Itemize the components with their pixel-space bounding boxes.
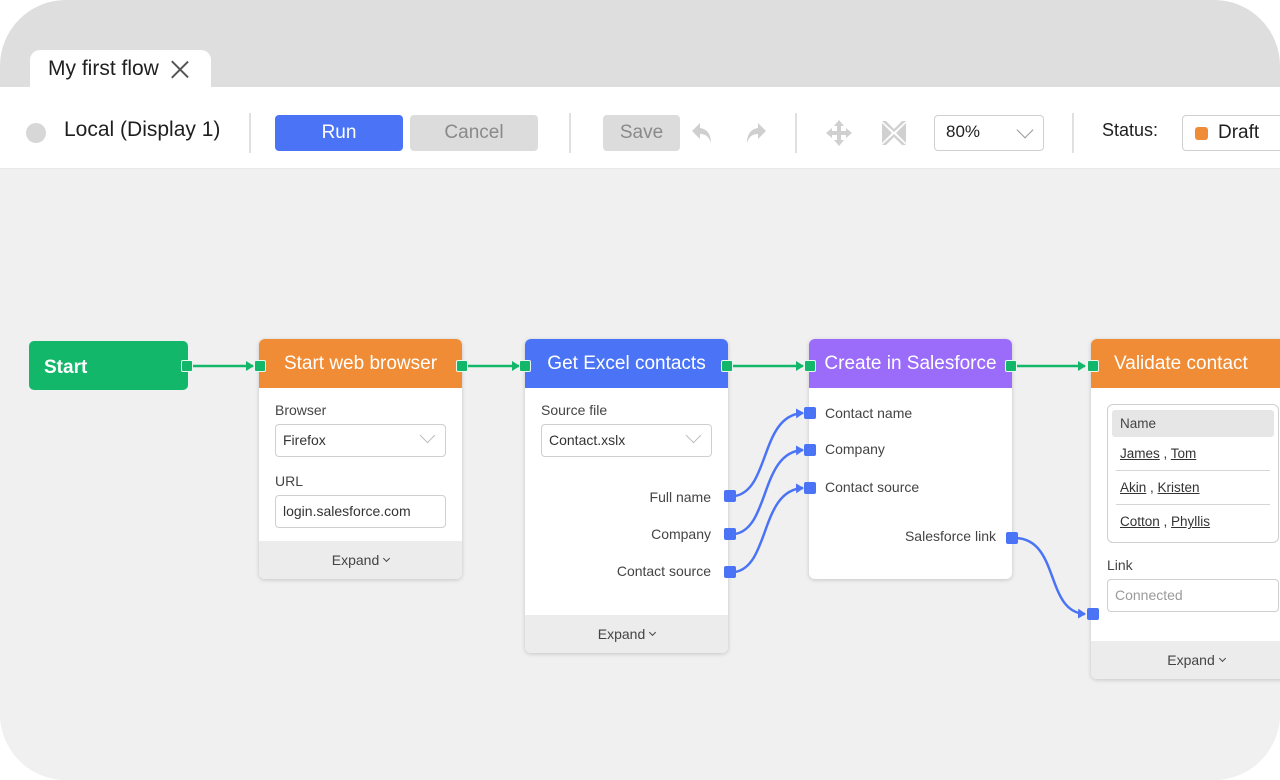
expand-button[interactable]: Expand bbox=[1091, 641, 1280, 679]
app-window: My first flow Local (Display 1) Run Canc… bbox=[0, 0, 1280, 780]
first-name-link[interactable]: Kristen bbox=[1158, 480, 1200, 495]
input-label-contact-name: Contact name bbox=[825, 405, 913, 421]
table-row: James , Tom bbox=[1116, 437, 1270, 471]
company-output-port[interactable] bbox=[724, 528, 736, 540]
start-node-label: Start bbox=[44, 357, 88, 378]
node-title: Get Excel contacts bbox=[547, 352, 706, 374]
table-row: Cotton , Phyllis bbox=[1120, 514, 1211, 529]
contact-source-input-port[interactable] bbox=[804, 482, 816, 494]
undo-icon bbox=[692, 123, 711, 143]
pan-button[interactable] bbox=[823, 117, 855, 149]
contact-name-input-port[interactable] bbox=[804, 407, 816, 419]
browser-input-port[interactable] bbox=[254, 360, 266, 372]
redo-button[interactable] bbox=[739, 117, 771, 149]
last-name-link[interactable]: Akin bbox=[1120, 480, 1146, 495]
output-label-contact-source: Contact source bbox=[616, 563, 711, 579]
move-arrows-icon bbox=[826, 120, 852, 146]
chevron-down-icon bbox=[685, 427, 702, 444]
tab-my-first-flow[interactable]: My first flow bbox=[30, 50, 211, 88]
validate-input-port[interactable] bbox=[1087, 360, 1099, 372]
last-name-link[interactable]: Cotton bbox=[1120, 514, 1160, 529]
status-select[interactable]: Draft bbox=[1182, 115, 1280, 151]
browser-field-label: Browser bbox=[275, 402, 327, 418]
node-header[interactable]: Start web browser bbox=[259, 339, 462, 388]
chevron-down-icon bbox=[1016, 121, 1034, 139]
link-input[interactable]: Connected bbox=[1107, 579, 1279, 612]
salesforce-link-output-port[interactable] bbox=[1006, 532, 1018, 544]
input-label-company: Company bbox=[825, 441, 885, 457]
excel-output-port[interactable] bbox=[721, 360, 733, 372]
connection-status-dot bbox=[26, 123, 46, 143]
divider bbox=[569, 113, 571, 153]
first-name-link[interactable]: Phyllis bbox=[1171, 514, 1210, 529]
expand-button[interactable]: Expand bbox=[525, 615, 728, 653]
fit-to-screen-button[interactable] bbox=[878, 117, 910, 149]
input-label-contact-source: Contact source bbox=[825, 479, 920, 495]
status-value: Draft bbox=[1218, 122, 1260, 143]
undo-button[interactable] bbox=[687, 117, 719, 149]
chevron-down-icon bbox=[1218, 654, 1226, 663]
output-label-company: Company bbox=[651, 526, 711, 542]
toolbar: Local (Display 1) Run Cancel Save 80% St… bbox=[0, 87, 1280, 169]
salesforce-input-port[interactable] bbox=[804, 360, 816, 372]
fit-screen-icon bbox=[882, 121, 906, 145]
source-file-select[interactable]: Contact.xslx bbox=[541, 424, 712, 457]
expand-button[interactable]: Expand bbox=[259, 541, 462, 579]
browser-output-port[interactable] bbox=[456, 360, 468, 372]
tab-title: My first flow bbox=[48, 57, 159, 80]
link-input-port[interactable] bbox=[1087, 608, 1099, 620]
node-get-excel-contacts[interactable]: Get Excel contacts Source file Contact.x… bbox=[525, 339, 728, 653]
expand-label: Expand bbox=[597, 626, 646, 642]
table-header-name: Name bbox=[1112, 410, 1274, 437]
first-name-link[interactable]: Tom bbox=[1171, 446, 1197, 461]
output-label-full-name: Full name bbox=[649, 489, 711, 505]
salesforce-output-port[interactable] bbox=[1005, 360, 1017, 372]
divider bbox=[1072, 113, 1074, 153]
tab-bar: My first flow bbox=[0, 0, 1280, 88]
last-name-link[interactable]: James bbox=[1120, 446, 1160, 461]
url-input[interactable]: login.salesforce.com bbox=[275, 495, 446, 528]
zoom-level-select[interactable]: 80% bbox=[934, 115, 1044, 151]
full-name-output-port[interactable] bbox=[724, 490, 736, 502]
node-header[interactable]: Validate contact bbox=[1091, 339, 1280, 388]
table-row: Akin , Kristen bbox=[1116, 471, 1270, 505]
chevron-down-icon bbox=[419, 427, 436, 444]
node-title: Start web browser bbox=[283, 352, 438, 374]
node-header[interactable]: Create in Salesforce bbox=[809, 339, 1012, 388]
start-node[interactable]: Start bbox=[29, 341, 188, 390]
zoom-level-value: 80% bbox=[946, 122, 981, 141]
divider bbox=[249, 113, 251, 153]
node-title: Create in Salesforce bbox=[824, 352, 997, 374]
url-field-label: URL bbox=[275, 473, 304, 489]
expand-label: Expand bbox=[1167, 652, 1215, 668]
node-validate-contact[interactable]: Validate contact Name James , Tom Akin ,… bbox=[1091, 339, 1280, 679]
output-label-salesforce-link: Salesforce link bbox=[904, 528, 996, 544]
source-file-value: Contact.xslx bbox=[549, 432, 626, 448]
draft-status-swatch bbox=[1195, 126, 1208, 140]
status-label: Status: bbox=[1102, 120, 1159, 140]
redo-icon bbox=[747, 123, 766, 143]
link-field-label: Link bbox=[1107, 557, 1133, 573]
node-header[interactable]: Get Excel contacts bbox=[525, 339, 728, 388]
close-icon[interactable] bbox=[171, 60, 189, 78]
save-button[interactable]: Save bbox=[603, 115, 680, 151]
run-button[interactable]: Run bbox=[275, 115, 403, 151]
cancel-button[interactable]: Cancel bbox=[410, 115, 538, 151]
contact-source-output-port[interactable] bbox=[724, 566, 736, 578]
environment-label[interactable]: Local (Display 1) bbox=[64, 118, 220, 142]
node-create-in-salesforce[interactable]: Create in Salesforce Contact name Compan… bbox=[809, 339, 1012, 579]
excel-input-port[interactable] bbox=[519, 360, 531, 372]
expand-label: Expand bbox=[331, 552, 380, 568]
company-input-port[interactable] bbox=[804, 444, 816, 456]
start-output-port[interactable] bbox=[181, 360, 193, 372]
contacts-table: Name James , Tom Akin , Kristen Cotton ,… bbox=[1107, 404, 1279, 543]
node-title: Validate contact bbox=[1114, 352, 1248, 374]
source-file-label: Source file bbox=[541, 402, 608, 418]
node-start-web-browser[interactable]: Start web browser Browser Firefox URL lo… bbox=[259, 339, 462, 579]
chevron-down-icon bbox=[383, 554, 391, 563]
chevron-down-icon bbox=[649, 628, 657, 637]
browser-select[interactable]: Firefox bbox=[275, 424, 446, 457]
divider bbox=[795, 113, 797, 153]
browser-select-value: Firefox bbox=[283, 432, 326, 448]
